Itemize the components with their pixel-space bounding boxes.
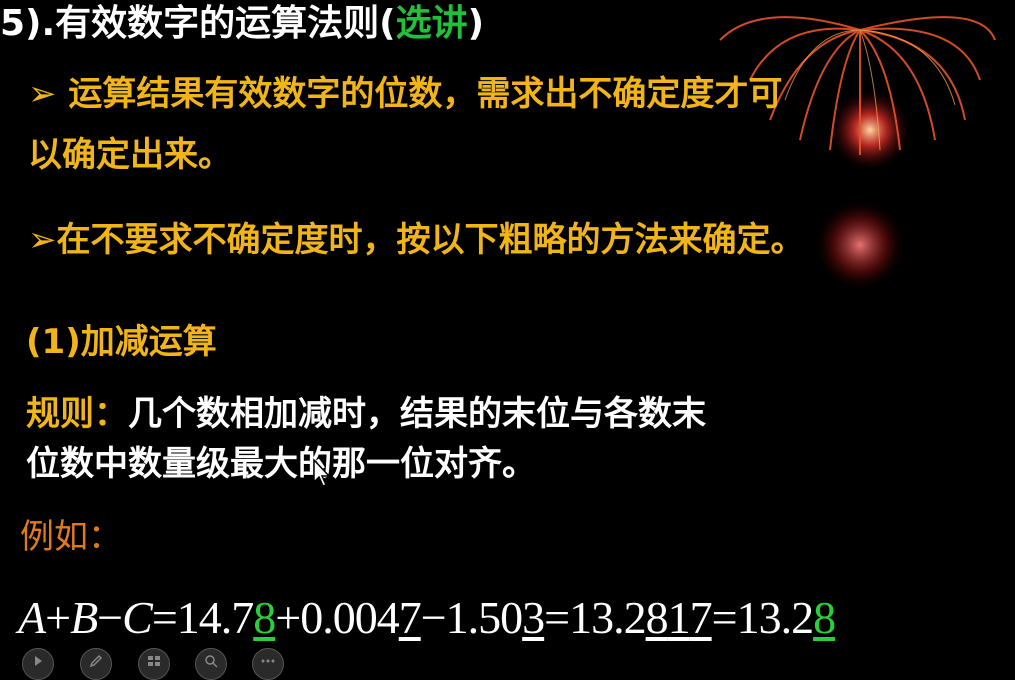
slideshow-toolbar	[0, 640, 300, 680]
bullet-1-line2: 以确定出来。	[28, 135, 232, 175]
result-2-last-digit: 8	[813, 592, 836, 643]
mouse-cursor-icon	[313, 458, 331, 487]
value-a: 14.7	[176, 592, 254, 643]
result-1-digit: 7	[689, 592, 713, 643]
op-plus: +	[275, 592, 301, 643]
example-label: 例如：	[20, 517, 122, 557]
result-1-digit: 1	[667, 592, 691, 643]
op-plus: +	[45, 592, 71, 643]
value-c: 1.50	[445, 592, 523, 643]
title-highlight: 选讲	[395, 3, 468, 44]
result-1-digit: 8	[645, 592, 669, 643]
slide-title: 5).有效数字的运算法则(选讲)	[0, 2, 484, 46]
rule-line1: 规则：几个数相加减时，结果的末位与各数末	[26, 392, 706, 436]
op-minus: −	[420, 592, 447, 643]
play-icon[interactable]	[22, 648, 54, 680]
title-suffix: )	[467, 3, 485, 44]
value-a-last-digit: 8	[253, 592, 276, 643]
bullet-2: ➢在不要求不确定度时，按以下粗略的方法来确定。	[28, 218, 805, 262]
result-2: 13.2	[736, 592, 814, 643]
bullet-2-text: 在不要求不确定度时，按以下粗略的方法来确定。	[56, 220, 805, 260]
title-prefix: 5).有效数字的运算法则(	[0, 3, 396, 44]
var-c: C	[122, 592, 153, 643]
slides-icon[interactable]	[138, 648, 170, 680]
var-b: B	[70, 592, 98, 643]
op-equals: =	[544, 592, 570, 643]
bullet-marker-icon: ➢	[28, 74, 69, 114]
op-equals: =	[151, 592, 178, 643]
formula: A+B−C=14.78+0.0047−1.503=13.2817=13.28	[18, 588, 836, 648]
rule-label: 规则：	[26, 394, 128, 434]
more-icon[interactable]	[252, 648, 284, 680]
value-c-last-digit: 3	[522, 592, 545, 643]
result-1: 13.2	[569, 592, 646, 643]
bullet-marker-icon: ➢	[28, 220, 57, 260]
var-a: A	[18, 592, 46, 643]
zoom-icon[interactable]	[195, 648, 227, 680]
value-b-last-digit: 7	[398, 592, 422, 643]
value-b: 0.004	[300, 592, 399, 643]
op-minus: −	[97, 592, 123, 643]
pen-icon[interactable]	[80, 648, 112, 680]
rule-text1: 几个数相加减时，结果的末位与各数末	[128, 394, 706, 434]
bullet-1: ➢ 运算结果有效数字的位数，需求出不确定度才可	[28, 72, 782, 116]
op-equals: =	[711, 592, 738, 643]
bullet-1-text-line1: 运算结果有效数字的位数，需求出不确定度才可	[68, 74, 783, 114]
section-heading: (1)加减运算	[26, 322, 217, 362]
rule-line2: 位数中数量级最大的那一位对齐。	[26, 444, 536, 484]
